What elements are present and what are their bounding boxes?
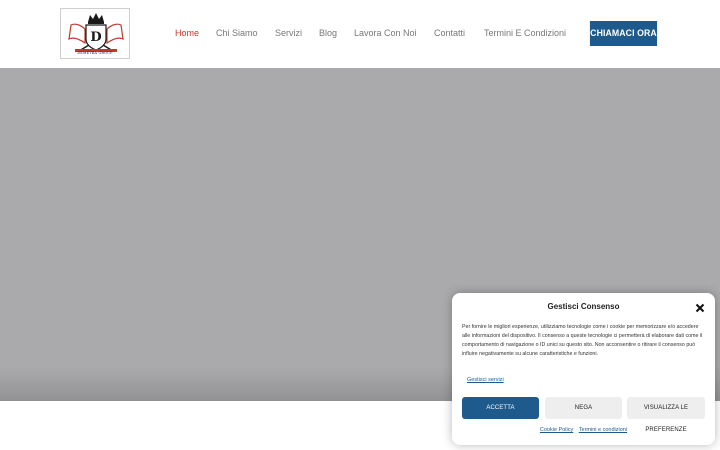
nav-item-contatti[interactable]: Contatti	[434, 28, 465, 38]
terms-link[interactable]: Termini e condizioni	[579, 427, 627, 433]
cookie-policy-link[interactable]: Cookie Policy	[540, 427, 573, 433]
cookie-consent-dialog: Gestisci Consenso Per fornire le miglior…	[452, 293, 715, 445]
call-now-button[interactable]: CHIAMACI ORA	[589, 21, 658, 46]
close-icon[interactable]	[694, 301, 706, 313]
nav-item-lavora-con-noi[interactable]: Lavora Con Noi	[354, 28, 417, 38]
site-header: D DEMETRA GROUP Home Chi Siamo Servizi B…	[0, 0, 720, 68]
nav-item-termini[interactable]: Termini E Condizioni	[484, 28, 566, 38]
view-preferences-button[interactable]: VISUALIZZA LE PREFERENZE	[627, 397, 705, 433]
site-logo[interactable]: D DEMETRA GROUP	[60, 8, 130, 59]
logo-wordmark: DEMETRA GROUP	[77, 51, 113, 55]
nav-item-chi-siamo[interactable]: Chi Siamo	[216, 28, 258, 38]
svg-text:D: D	[90, 30, 101, 45]
deny-button[interactable]: NEGA	[545, 397, 622, 419]
consent-title: Gestisci Consenso	[547, 302, 620, 311]
consent-footer-links: Cookie Policy Termini e condizioni	[452, 427, 715, 433]
nav-item-servizi[interactable]: Servizi	[275, 28, 302, 38]
nav-item-home[interactable]: Home	[175, 28, 199, 38]
accept-button[interactable]: ACCETTA	[462, 397, 539, 419]
nav-item-blog[interactable]: Blog	[319, 28, 337, 38]
consent-description: Per fornire le migliori esperienze, util…	[462, 324, 703, 357]
manage-services-link[interactable]: Gestisci servizi	[467, 377, 504, 383]
